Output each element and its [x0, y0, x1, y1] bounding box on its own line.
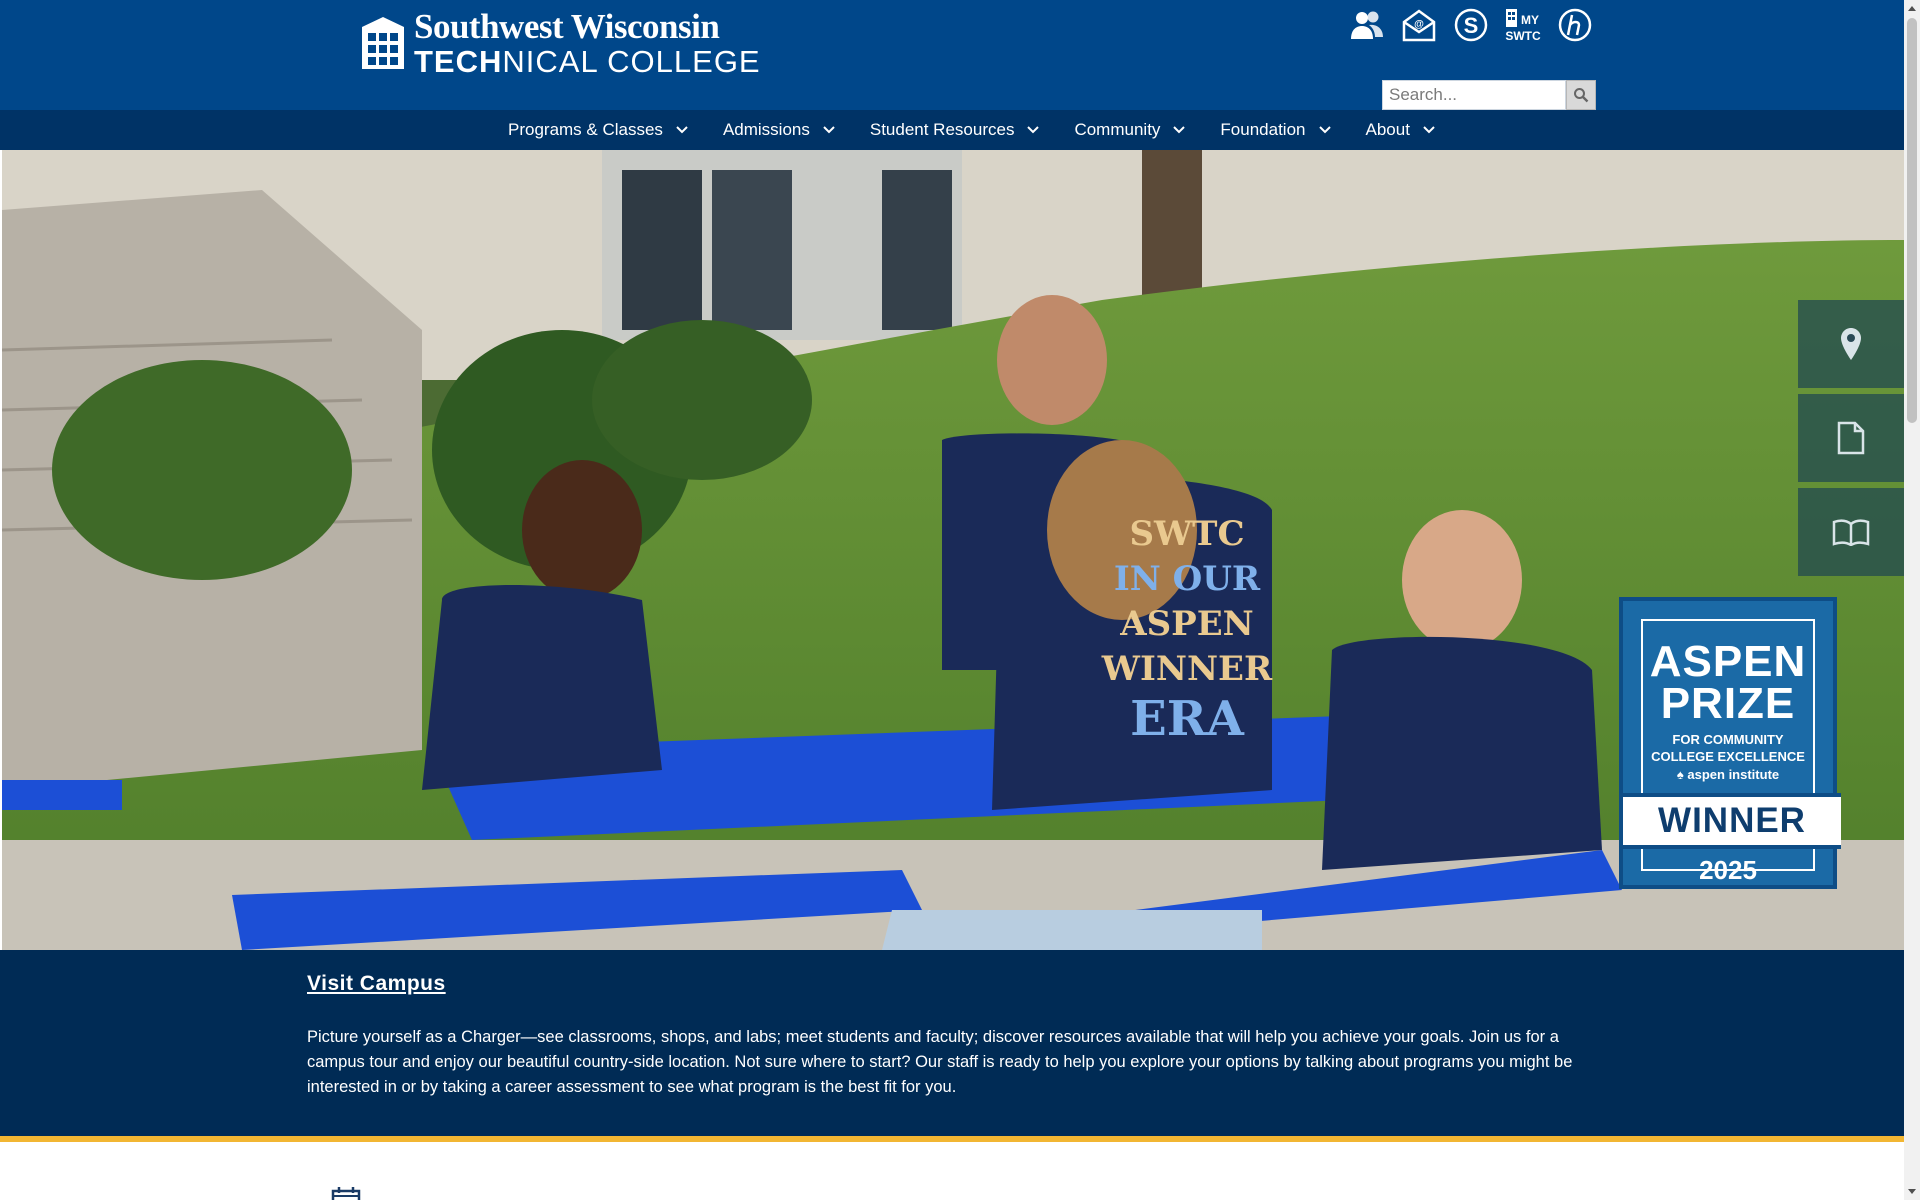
my-swtc-icon[interactable]: MY SWTC [1504, 6, 1542, 44]
nav-admissions[interactable]: Admissions [723, 110, 836, 150]
chevron-down-icon [1318, 126, 1331, 134]
document-icon [1837, 421, 1865, 455]
logo-subtitle-bold: TECH [414, 44, 503, 79]
search-button[interactable] [1566, 80, 1596, 110]
open-book-icon [1832, 519, 1870, 546]
nav-label: Community [1074, 120, 1161, 139]
building-logo-icon [362, 17, 404, 69]
calendar-icon [331, 1187, 361, 1200]
nav-label: Programs & Classes [508, 120, 663, 139]
shirt-line-5: ERA [1130, 691, 1244, 747]
shirt-line-1: SWTC [1129, 514, 1244, 554]
badge-sub-1: FOR COMMUNITY [1672, 732, 1784, 747]
shirt-line-3: ASPEN [1119, 604, 1254, 644]
chevron-down-icon [1423, 126, 1435, 134]
people-icon[interactable] [1348, 6, 1386, 44]
canvas-h-icon[interactable] [1556, 6, 1594, 44]
search-input[interactable] [1382, 80, 1566, 110]
swtc-text: SWTC [1505, 29, 1541, 43]
college-logo[interactable]: Southwest Wisconsin TECHNICAL COLLEGE [358, 9, 761, 77]
chevron-down-icon [823, 126, 835, 134]
site-header: Southwest Wisconsin TECHNICAL COLLEGE @ … [0, 0, 1904, 110]
svg-text:S: S [1464, 13, 1479, 38]
chevron-down-icon [1027, 126, 1040, 134]
nav-label: About [1365, 120, 1410, 139]
scroll-up-arrow[interactable] [1904, 0, 1920, 16]
shirt-line-4: WINNER [1101, 649, 1273, 689]
logo-title: Southwest Wisconsin [414, 7, 720, 46]
visit-campus-description: Picture yourself as a Charger—see classr… [307, 1028, 1573, 1096]
document-tab[interactable] [1798, 394, 1904, 482]
logo-subtitle-rest: NICAL COLLEGE [502, 44, 761, 79]
badge-sub-2: COLLEGE EXCELLENCE [1651, 749, 1805, 764]
page-scrollbar[interactable] [1904, 0, 1920, 1200]
catalog-tab[interactable] [1798, 488, 1904, 576]
quick-links: @ S MY SWTC [1348, 6, 1594, 44]
badge-title: ASPEN PRIZE [1643, 640, 1813, 728]
side-quick-tabs [1798, 300, 1904, 576]
badge-line-2: PRIZE [1660, 679, 1796, 728]
badge-winner: WINNER [1623, 793, 1841, 849]
main-navigation: Programs & Classes Admissions Student Re… [0, 110, 1904, 150]
logo-subtitle: TECHNICAL COLLEGE [414, 46, 761, 77]
leaf-icon: ♠ [1676, 767, 1684, 782]
nav-label: Student Resources [869, 120, 1015, 139]
nav-community[interactable]: Community [1074, 110, 1186, 150]
nav-programs-classes[interactable]: Programs & Classes [508, 110, 689, 150]
dollar-s-icon[interactable]: S [1452, 6, 1490, 44]
nav-student-resources[interactable]: Student Resources [870, 110, 1041, 150]
badge-year: 2025 [1699, 855, 1757, 885]
scroll-down-arrow[interactable] [1904, 1184, 1920, 1200]
site-search [1382, 80, 1596, 110]
location-tab[interactable] [1798, 300, 1904, 388]
nav-label: Foundation [1220, 120, 1306, 139]
email-icon[interactable]: @ [1400, 6, 1438, 44]
chevron-down-icon [1173, 126, 1186, 134]
aspen-prize-badge: ASPEN PRIZE FOR COMMUNITY COLLEGE EXCELLEN… [1619, 597, 1841, 889]
badge-institute-text: aspen institute [1687, 767, 1780, 782]
shirt-text: SWTC IN OUR ASPEN WINNER ERA [1101, 514, 1273, 747]
nav-label: Admissions [722, 120, 810, 139]
badge-institute: ♠ aspen institute [1643, 767, 1813, 782]
badge-subtitle: FOR COMMUNITY COLLEGE EXCELLENCE [1643, 731, 1813, 765]
section-divider [0, 1136, 1904, 1142]
shirt-line-2: IN OUR [1114, 559, 1261, 599]
nav-foundation[interactable]: Foundation [1220, 110, 1331, 150]
visit-campus-link[interactable]: Visit Campus [307, 972, 446, 996]
my-text: MY [1521, 13, 1539, 27]
scroll-thumb[interactable] [1907, 18, 1917, 423]
nav-about[interactable]: About [1366, 110, 1436, 150]
chevron-down-icon [676, 126, 688, 134]
search-icon [1574, 88, 1589, 103]
visit-campus-section: Visit Campus Picture yourself as a Charg… [0, 950, 1904, 1136]
hero-banner: SWTC IN OUR ASPEN WINNER ERA ASPEN PRIZE… [2, 150, 1904, 950]
location-pin-icon [1841, 328, 1861, 360]
svg-text:@: @ [1414, 19, 1424, 30]
